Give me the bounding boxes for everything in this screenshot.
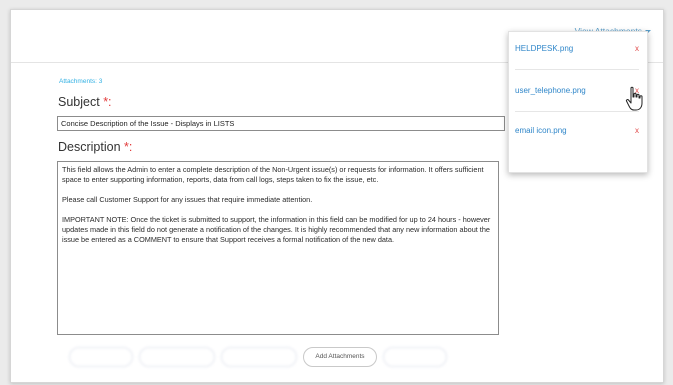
blurred-button-1[interactable]: [69, 347, 133, 367]
attachment-name[interactable]: HELDPESK.png: [515, 44, 573, 53]
subject-label-text: Subject: [58, 95, 100, 109]
description-required-marker: *:: [124, 140, 133, 154]
divider: [515, 111, 639, 112]
action-buttons: Add Attachments: [69, 347, 489, 367]
attachment-item[interactable]: user_telephone.png x: [515, 83, 639, 99]
delete-attachment-icon[interactable]: x: [635, 41, 639, 57]
hand-pointer-icon: [625, 86, 643, 111]
blurred-button-4[interactable]: [383, 347, 447, 367]
description-paragraph: IMPORTANT NOTE: Once the ticket is submi…: [62, 215, 491, 244]
delete-attachment-icon[interactable]: x: [635, 123, 639, 139]
description-label: Description *:: [58, 140, 132, 154]
description-label-text: Description: [58, 140, 121, 154]
blurred-button-3[interactable]: [221, 347, 297, 367]
description-textarea[interactable]: This field allows the Admin to enter a c…: [57, 161, 499, 335]
subject-label: Subject *:: [58, 95, 112, 109]
description-paragraph: Please call Customer Support for any iss…: [62, 195, 313, 204]
attachments-count: Attachments: 3: [59, 78, 103, 85]
attachment-name[interactable]: email icon.png: [515, 126, 567, 135]
blurred-button-2[interactable]: [139, 347, 215, 367]
attachment-item[interactable]: HELDPESK.png x: [515, 41, 639, 57]
attachment-item[interactable]: email icon.png x: [515, 123, 639, 139]
subject-input[interactable]: Concise Description of the Issue - Displ…: [57, 116, 505, 131]
description-paragraph: This field allows the Admin to enter a c…: [62, 165, 484, 184]
attachment-name[interactable]: user_telephone.png: [515, 86, 586, 95]
add-attachments-button[interactable]: Add Attachments: [303, 347, 377, 367]
subject-required-marker: *:: [103, 95, 112, 109]
divider: [515, 69, 639, 70]
